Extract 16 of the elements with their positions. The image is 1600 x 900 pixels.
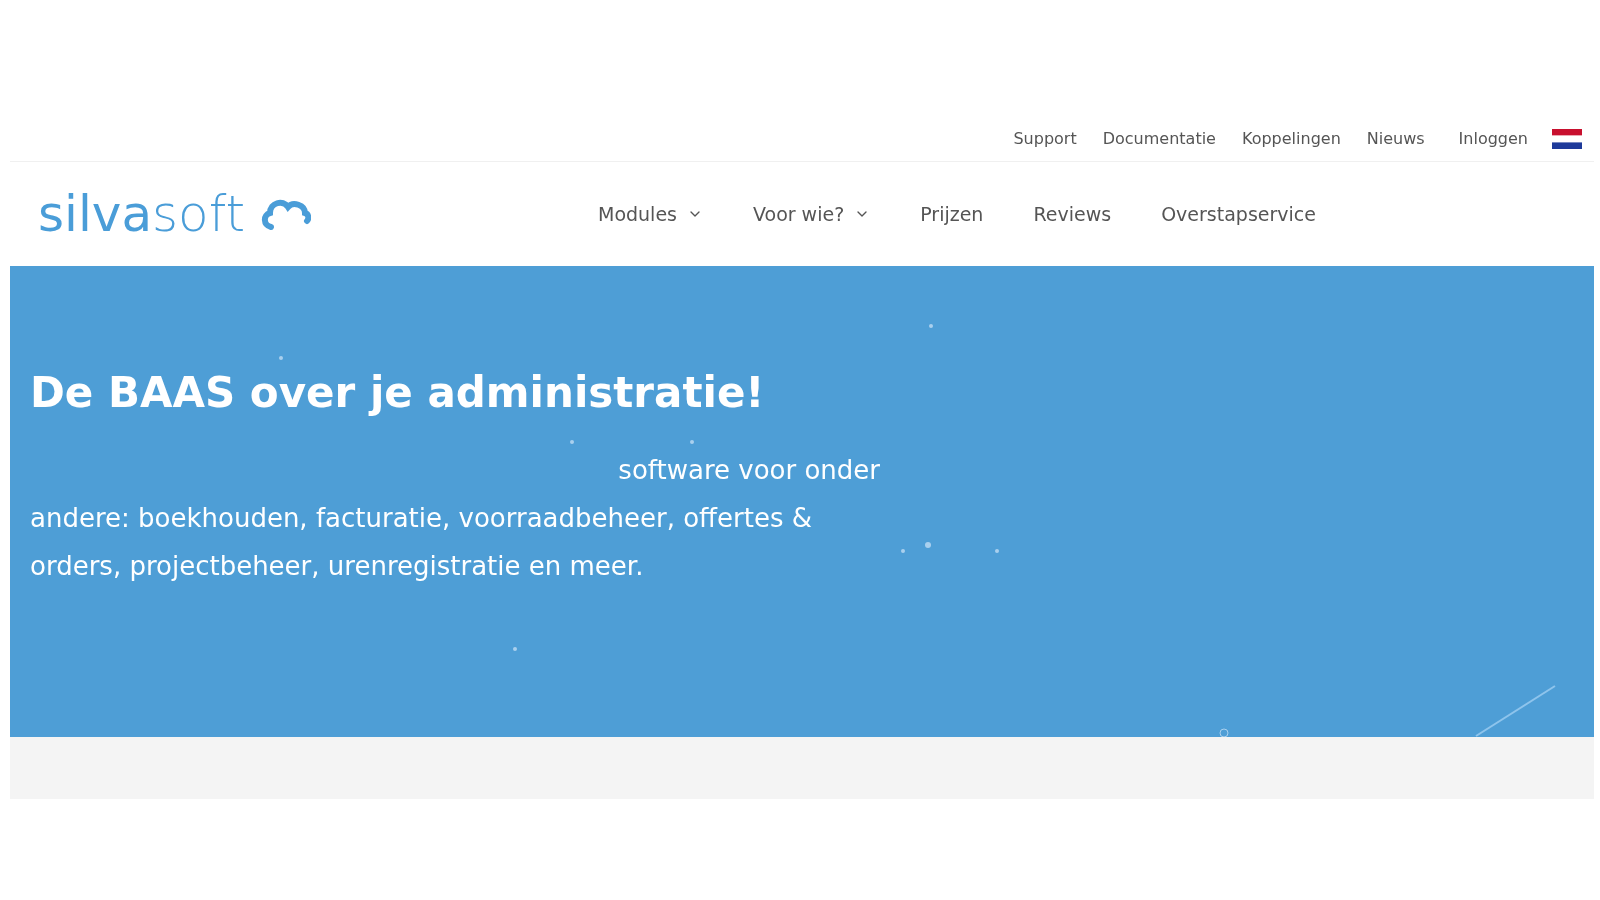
hero-text-line: orders, projectbeheer, urenregistratie en meer. xyxy=(30,550,645,584)
nav-link[interactable]: Modules xyxy=(598,199,703,229)
top-link[interactable]: Koppelingen xyxy=(1241,126,1341,151)
top-link[interactable]: Support xyxy=(1013,126,1077,151)
nav-link[interactable]: Reviews xyxy=(1033,199,1112,229)
nav-link[interactable]: Overstapservice xyxy=(1161,199,1316,229)
nav-link[interactable]: Voor wie? xyxy=(753,199,871,229)
top-link[interactable]: Documentatie xyxy=(1102,126,1216,151)
netherlands-flag-icon[interactable] xyxy=(1552,128,1582,149)
hero-text-line: software voor onder xyxy=(617,454,881,488)
nav-link[interactable]: Prijzen xyxy=(920,199,984,229)
top-link[interactable]: Inloggen xyxy=(1458,126,1528,151)
top-link[interactable]: Nieuws xyxy=(1366,126,1425,151)
cloud-icon xyxy=(261,197,312,231)
hero-title: De BAAS over je administratie! xyxy=(30,368,766,419)
hero-text-line: andere: boekhouden, facturatie, voorraadbeheer, offertes & xyxy=(30,502,813,536)
